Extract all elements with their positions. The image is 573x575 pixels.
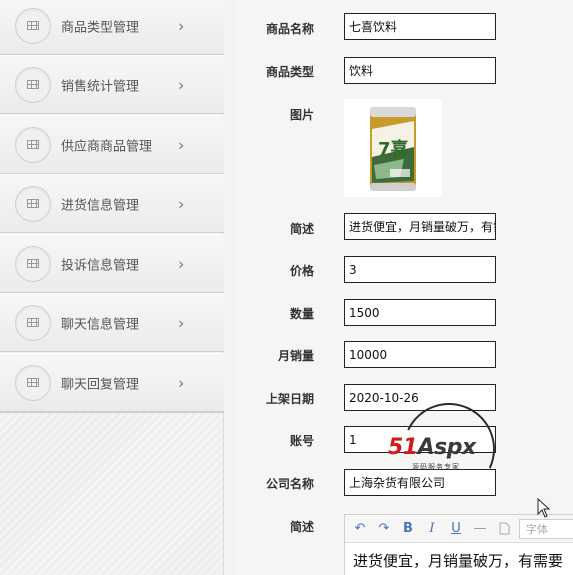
monthly-sales-label: 月销量	[277, 349, 314, 363]
type-label: 商品类型	[265, 65, 314, 79]
chevron-right-icon: ›	[178, 254, 185, 273]
sidebar-item-chat-reply[interactable]: 聊天回复管理 ›	[0, 353, 224, 412]
undo-icon[interactable]: ↶	[351, 520, 369, 538]
sidebar-item-product-type[interactable]: 商品类型管理 ›	[0, 0, 224, 55]
chevron-right-icon: ›	[178, 373, 185, 392]
watermark-logo: 51Aspx	[388, 435, 476, 460]
name-field[interactable]: 七喜饮料	[344, 13, 496, 40]
editor-content[interactable]: 进货便宜，月销量破万，有需要	[345, 543, 573, 575]
sidebar-item-chat-info[interactable]: 聊天信息管理 ›	[0, 293, 224, 352]
sidebar-item-supplier-products[interactable]: 供应商商品管理 ›	[0, 115, 224, 174]
sidebar-item-purchase-info[interactable]: 进货信息管理 ›	[0, 174, 224, 233]
can-label: 7喜	[378, 139, 409, 160]
horizontal-rule-button[interactable]: —	[471, 520, 489, 538]
italic-button[interactable]: I	[423, 520, 441, 538]
grid-icon	[15, 364, 51, 401]
account-label: 账号	[289, 434, 314, 448]
product-detail-form: 商品名称 七喜饮料 商品类型 饮料 图片 7喜 简述 进货便宜，月销量破万，有需…	[236, 0, 573, 575]
watermark-subtitle: 源码服务专家	[412, 463, 460, 471]
chevron-right-icon: ›	[178, 16, 185, 35]
editor-toolbar: ↶ ↷ B I U — 字体	[345, 515, 573, 543]
description-label: 简述	[289, 520, 314, 534]
chevron-right-icon: ›	[178, 75, 185, 94]
chevron-right-icon: ›	[178, 135, 185, 154]
grid-icon	[15, 304, 51, 341]
quantity-label: 数量	[289, 307, 314, 321]
monthly-sales-field[interactable]: 10000	[344, 341, 496, 368]
product-image: 7喜	[344, 99, 442, 197]
watermark-logo-aspx: Aspx	[417, 435, 477, 460]
redo-icon[interactable]: ↷	[375, 520, 393, 538]
underline-button[interactable]: U	[447, 520, 465, 538]
sidebar-item-label: 进货信息管理	[61, 198, 140, 213]
company-label: 公司名称	[265, 477, 314, 491]
sidebar-item-label: 商品类型管理	[61, 20, 140, 35]
grid-icon	[15, 126, 51, 163]
price-field[interactable]: 3	[344, 256, 496, 283]
image-label: 图片	[289, 108, 314, 122]
summary-label: 简述	[289, 222, 314, 236]
grid-icon	[15, 185, 51, 222]
sidebar-item-label: 供应商商品管理	[61, 139, 153, 154]
sidebar-item-sales-stats[interactable]: 销售统计管理 ›	[0, 55, 224, 114]
font-family-select[interactable]: 字体	[519, 518, 573, 539]
watermark-logo-51: 51	[388, 435, 418, 460]
chevron-right-icon: ›	[178, 194, 185, 213]
listing-date-label: 上架日期	[265, 392, 314, 406]
sidebar-item-complaints[interactable]: 投诉信息管理 ›	[0, 234, 224, 293]
grid-icon	[15, 7, 51, 44]
summary-field[interactable]: 进货便宜，月销量破万，有需要	[344, 213, 496, 240]
sidebar-empty-area	[0, 412, 224, 575]
sidebar: 商品类型管理 › 销售统计管理 › 供应商商品管理 › 进货信息管理 › 投诉信…	[0, 0, 224, 575]
chevron-right-icon: ›	[178, 313, 185, 332]
sidebar-item-label: 销售统计管理	[61, 79, 140, 94]
grid-icon	[15, 245, 51, 282]
listing-date-field[interactable]: 2020-10-26	[344, 384, 496, 411]
document-icon[interactable]	[495, 520, 513, 538]
sidebar-item-label: 投诉信息管理	[61, 258, 140, 273]
rich-text-editor[interactable]: ↶ ↷ B I U — 字体 进货便宜，月销量破万，有需要	[344, 514, 573, 575]
bold-button[interactable]: B	[399, 520, 417, 538]
grid-icon	[15, 66, 51, 103]
type-field[interactable]: 饮料	[344, 57, 496, 84]
sidebar-item-label: 聊天信息管理	[61, 317, 140, 332]
sidebar-item-label: 聊天回复管理	[61, 377, 140, 392]
mouse-cursor-icon	[537, 498, 551, 518]
name-label: 商品名称	[265, 22, 314, 36]
quantity-field[interactable]: 1500	[344, 299, 496, 326]
price-label: 价格	[289, 264, 314, 278]
